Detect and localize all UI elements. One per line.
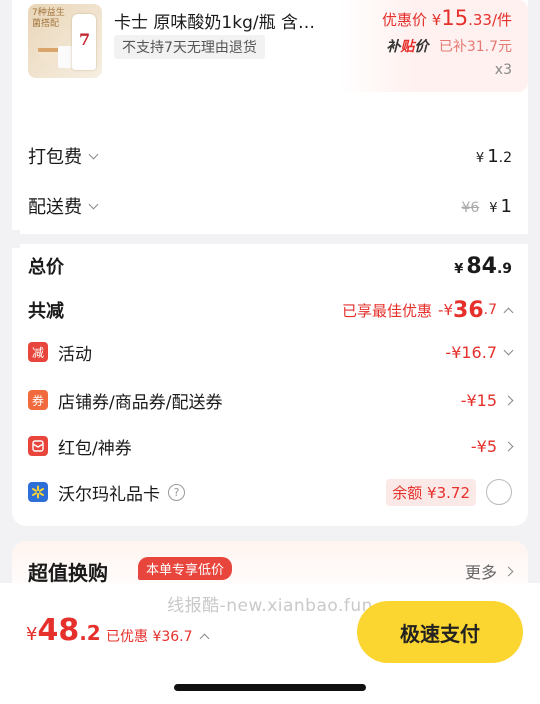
packaging-fee-value: ¥1.2 [475, 145, 512, 167]
product-title: 卡士 原味酸奶1kg/瓶 含… [114, 13, 315, 33]
currency-symbol: ¥ [431, 11, 442, 29]
glass-graphic [58, 46, 72, 68]
delivery-fee-label: 配送费 [28, 197, 82, 218]
chevron-down-icon [88, 199, 99, 209]
subsidy-amount: 已补31.7元 [438, 39, 512, 55]
total-label: 总价 [28, 257, 64, 278]
delivery-fee-value: ¥6 ¥1 [461, 195, 512, 217]
saved-amount[interactable]: 已优惠 ¥36.7 [106, 626, 209, 646]
walmart-icon [28, 482, 48, 502]
packaging-fee-label: 打包费 [28, 147, 82, 168]
yogurt-bottle-graphic: 7 [72, 14, 96, 70]
packaging-fee-row[interactable]: 打包费 ¥1.2 [28, 136, 512, 176]
discount-label: 红包/神券 [58, 438, 132, 459]
exchange-title: 超值换购 [28, 561, 108, 585]
discount-row-coupons[interactable]: 券店铺券/商品券/配送券 -¥15 [28, 380, 514, 420]
chevron-up-icon [199, 633, 209, 643]
price-unit: /件 [491, 11, 512, 29]
section-divider [12, 230, 528, 248]
order-summary-card: 7种益生菌搭配 7 卡士 原味酸奶1kg/瓶 含… 不支持7天无理由退货 优惠价… [12, 0, 528, 526]
total-reduction-row[interactable]: 共减 已享最佳优惠 -¥ 36.7 [28, 290, 514, 330]
product-thumbnail: 7种益生菌搭配 7 [28, 4, 102, 78]
total-price-row: 总价 ¥84.9 [28, 246, 512, 286]
total-value: ¥84.9 [454, 253, 512, 279]
discount-row-activity[interactable]: 减活动 -¥16.7 [28, 332, 514, 372]
price-integer: 15 [441, 6, 469, 30]
reduce-icon: 减 [28, 342, 48, 362]
reduction-value: 已享最佳优惠 -¥ 36.7 [342, 298, 514, 323]
chevron-up-icon [503, 307, 514, 317]
chevron-right-icon [503, 395, 514, 405]
discount-label: 优惠价 [382, 11, 428, 29]
discount-row-redpacket[interactable]: 红包/神券 -¥5 [28, 426, 514, 466]
delivery-fee-row[interactable]: 配送费 ¥6 ¥1 [28, 186, 512, 226]
chevron-down-icon [503, 345, 514, 355]
gift-card-balance: 余额 ¥3.72 [386, 478, 476, 506]
discount-price: 优惠价 ¥15.33/件 [382, 6, 512, 30]
exchange-more-link[interactable]: 更多 [464, 559, 514, 583]
chevron-right-icon [503, 441, 514, 451]
subsidy-brand: 补贴价 [386, 39, 429, 55]
best-discount-text: 已享最佳优惠 [342, 301, 433, 320]
discount-value: -¥16.7 [445, 342, 497, 362]
pay-button[interactable]: 极速支付 [357, 601, 523, 663]
thumb-caption: 7种益生菌搭配 [32, 8, 65, 29]
discount-label: 活动 [58, 344, 92, 365]
amount-to-pay: ¥48.2 [26, 613, 101, 648]
gift-card-radio[interactable] [486, 479, 512, 505]
product-item[interactable]: 7种益生菌搭配 7 卡士 原味酸奶1kg/瓶 含… 不支持7天无理由退货 优惠价… [12, 0, 528, 104]
gift-card-row[interactable]: 沃尔玛礼品卡? 余额 ¥3.72 [28, 472, 512, 512]
coupon-icon: 券 [28, 390, 48, 410]
discount-label: 店铺券/商品券/配送券 [58, 392, 223, 413]
reduction-label: 共减 [28, 301, 64, 322]
chevron-down-icon [88, 149, 99, 159]
home-indicator[interactable] [174, 684, 366, 691]
exchange-badge: 本单专享低价 [138, 557, 233, 580]
price-decimal: .33 [468, 11, 492, 29]
discount-value: -¥5 [470, 436, 497, 456]
more-label: 更多 [464, 563, 497, 582]
checkout-bar: 线报酷-new.xianbao.fun ¥48.2 已优惠 ¥36.7 极速支付 [0, 583, 540, 704]
discount-value: -¥15 [460, 390, 497, 410]
delivery-original-price: ¥6 [461, 199, 480, 216]
subsidy-price: 补贴价 已补31.7元 [386, 36, 512, 56]
chevron-right-icon [503, 566, 514, 576]
help-icon[interactable]: ? [168, 483, 185, 501]
gift-card-label: 沃尔玛礼品卡 [58, 484, 160, 505]
bottle-number: 7 [79, 30, 91, 49]
red-packet-icon [28, 436, 48, 456]
quantity: x3 [494, 62, 512, 78]
return-policy-tag: 不支持7天无理由退货 [114, 35, 265, 59]
price-box: 优惠价 ¥15.33/件 补贴价 已补31.7元 x3 [338, 0, 528, 92]
